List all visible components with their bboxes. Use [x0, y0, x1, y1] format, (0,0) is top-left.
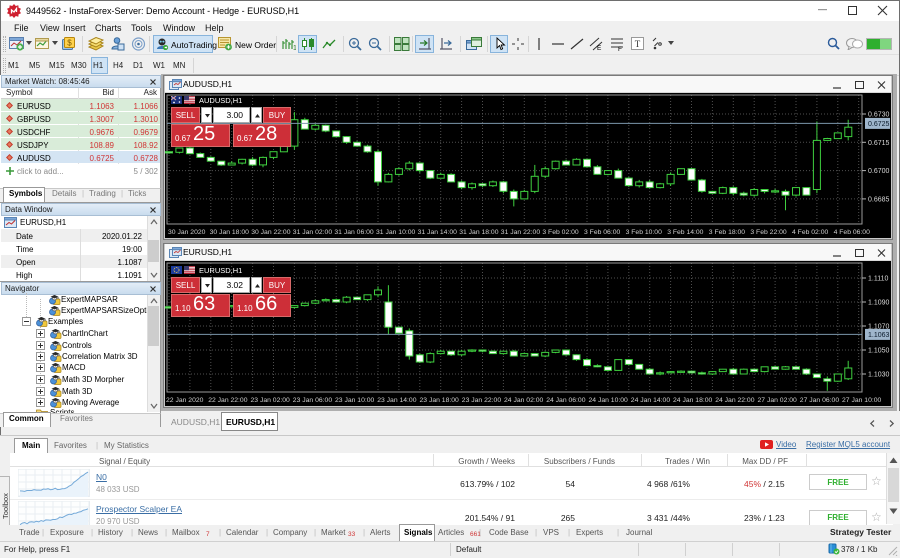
svg-text:22 Jan 2020: 22 Jan 2020: [166, 397, 204, 404]
svg-text:0.6700: 0.6700: [868, 168, 890, 175]
svg-text:3 Feb 06:00: 3 Feb 06:00: [584, 229, 620, 236]
svg-text:23 Jan 14:00: 23 Jan 14:00: [377, 397, 417, 404]
svg-text:0.6715: 0.6715: [868, 140, 890, 147]
svg-text:23 Jan 02:00: 23 Jan 02:00: [251, 397, 291, 404]
svg-text:F: F: [618, 46, 622, 51]
svg-text:23 Jan 22:00: 23 Jan 22:00: [462, 397, 502, 404]
svg-text:30 Jan 22:00: 30 Jan 22:00: [251, 229, 291, 236]
svg-text:24 Jan 14:00: 24 Jan 14:00: [631, 397, 671, 404]
svg-text:31 Jan 06:00: 31 Jan 06:00: [334, 229, 374, 236]
svg-text:24 Jan 10:00: 24 Jan 10:00: [589, 397, 629, 404]
svg-text:1: 1: [293, 45, 296, 51]
svg-text:24 Jan 06:00: 24 Jan 06:00: [546, 397, 586, 404]
svg-text:1.1063: 1.1063: [868, 332, 890, 339]
svg-text:3 Feb 22:00: 3 Feb 22:00: [750, 229, 786, 236]
svg-text:T: T: [635, 39, 641, 49]
svg-text:23 Jan 18:00: 23 Jan 18:00: [420, 397, 460, 404]
svg-text:31 Jan 14:00: 31 Jan 14:00: [418, 229, 458, 236]
svg-text:0.6730: 0.6730: [868, 112, 890, 119]
svg-text:30 Jan 18:00: 30 Jan 18:00: [210, 229, 250, 236]
svg-text:1.1090: 1.1090: [868, 300, 890, 307]
svg-text:31 Jan 18:00: 31 Jan 18:00: [459, 229, 499, 236]
svg-text:31 Jan 10:00: 31 Jan 10:00: [376, 229, 416, 236]
svg-text:27 Jan 06:00: 27 Jan 06:00: [800, 397, 840, 404]
svg-text:1.1110: 1.1110: [868, 276, 888, 283]
svg-text:3 Feb 10:00: 3 Feb 10:00: [626, 229, 662, 236]
svg-text:31 Jan 02:00: 31 Jan 02:00: [293, 229, 333, 236]
svg-text:3 Feb 18:00: 3 Feb 18:00: [709, 229, 745, 236]
svg-text:4 Feb 06:00: 4 Feb 06:00: [834, 229, 870, 236]
svg-text:23 Jan 06:00: 23 Jan 06:00: [293, 397, 333, 404]
svg-text:3 Feb 02:00: 3 Feb 02:00: [542, 229, 578, 236]
svg-text:E: E: [597, 45, 602, 51]
svg-text:4 Feb 02:00: 4 Feb 02:00: [792, 229, 828, 236]
svg-text:22 Jan 22:00: 22 Jan 22:00: [208, 397, 248, 404]
svg-text:$: $: [67, 39, 72, 48]
svg-text:23 Jan 10:00: 23 Jan 10:00: [335, 397, 375, 404]
svg-text:0.6685: 0.6685: [868, 196, 890, 203]
svg-text:24 Jan 22:00: 24 Jan 22:00: [715, 397, 755, 404]
svg-text:1.1050: 1.1050: [868, 348, 890, 355]
svg-text:0.6725: 0.6725: [868, 121, 890, 128]
svg-text:30 Jan 2020: 30 Jan 2020: [168, 229, 206, 236]
svg-text:27 Jan 10:00: 27 Jan 10:00: [842, 397, 882, 404]
svg-text:24 Jan 18:00: 24 Jan 18:00: [673, 397, 713, 404]
svg-text:31 Jan 22:00: 31 Jan 22:00: [501, 229, 541, 236]
svg-text:24 Jan 02:00: 24 Jan 02:00: [504, 397, 544, 404]
svg-text:3 Feb 14:00: 3 Feb 14:00: [667, 229, 703, 236]
svg-text:27 Jan 02:00: 27 Jan 02:00: [758, 397, 798, 404]
svg-text:1.1030: 1.1030: [868, 372, 890, 379]
